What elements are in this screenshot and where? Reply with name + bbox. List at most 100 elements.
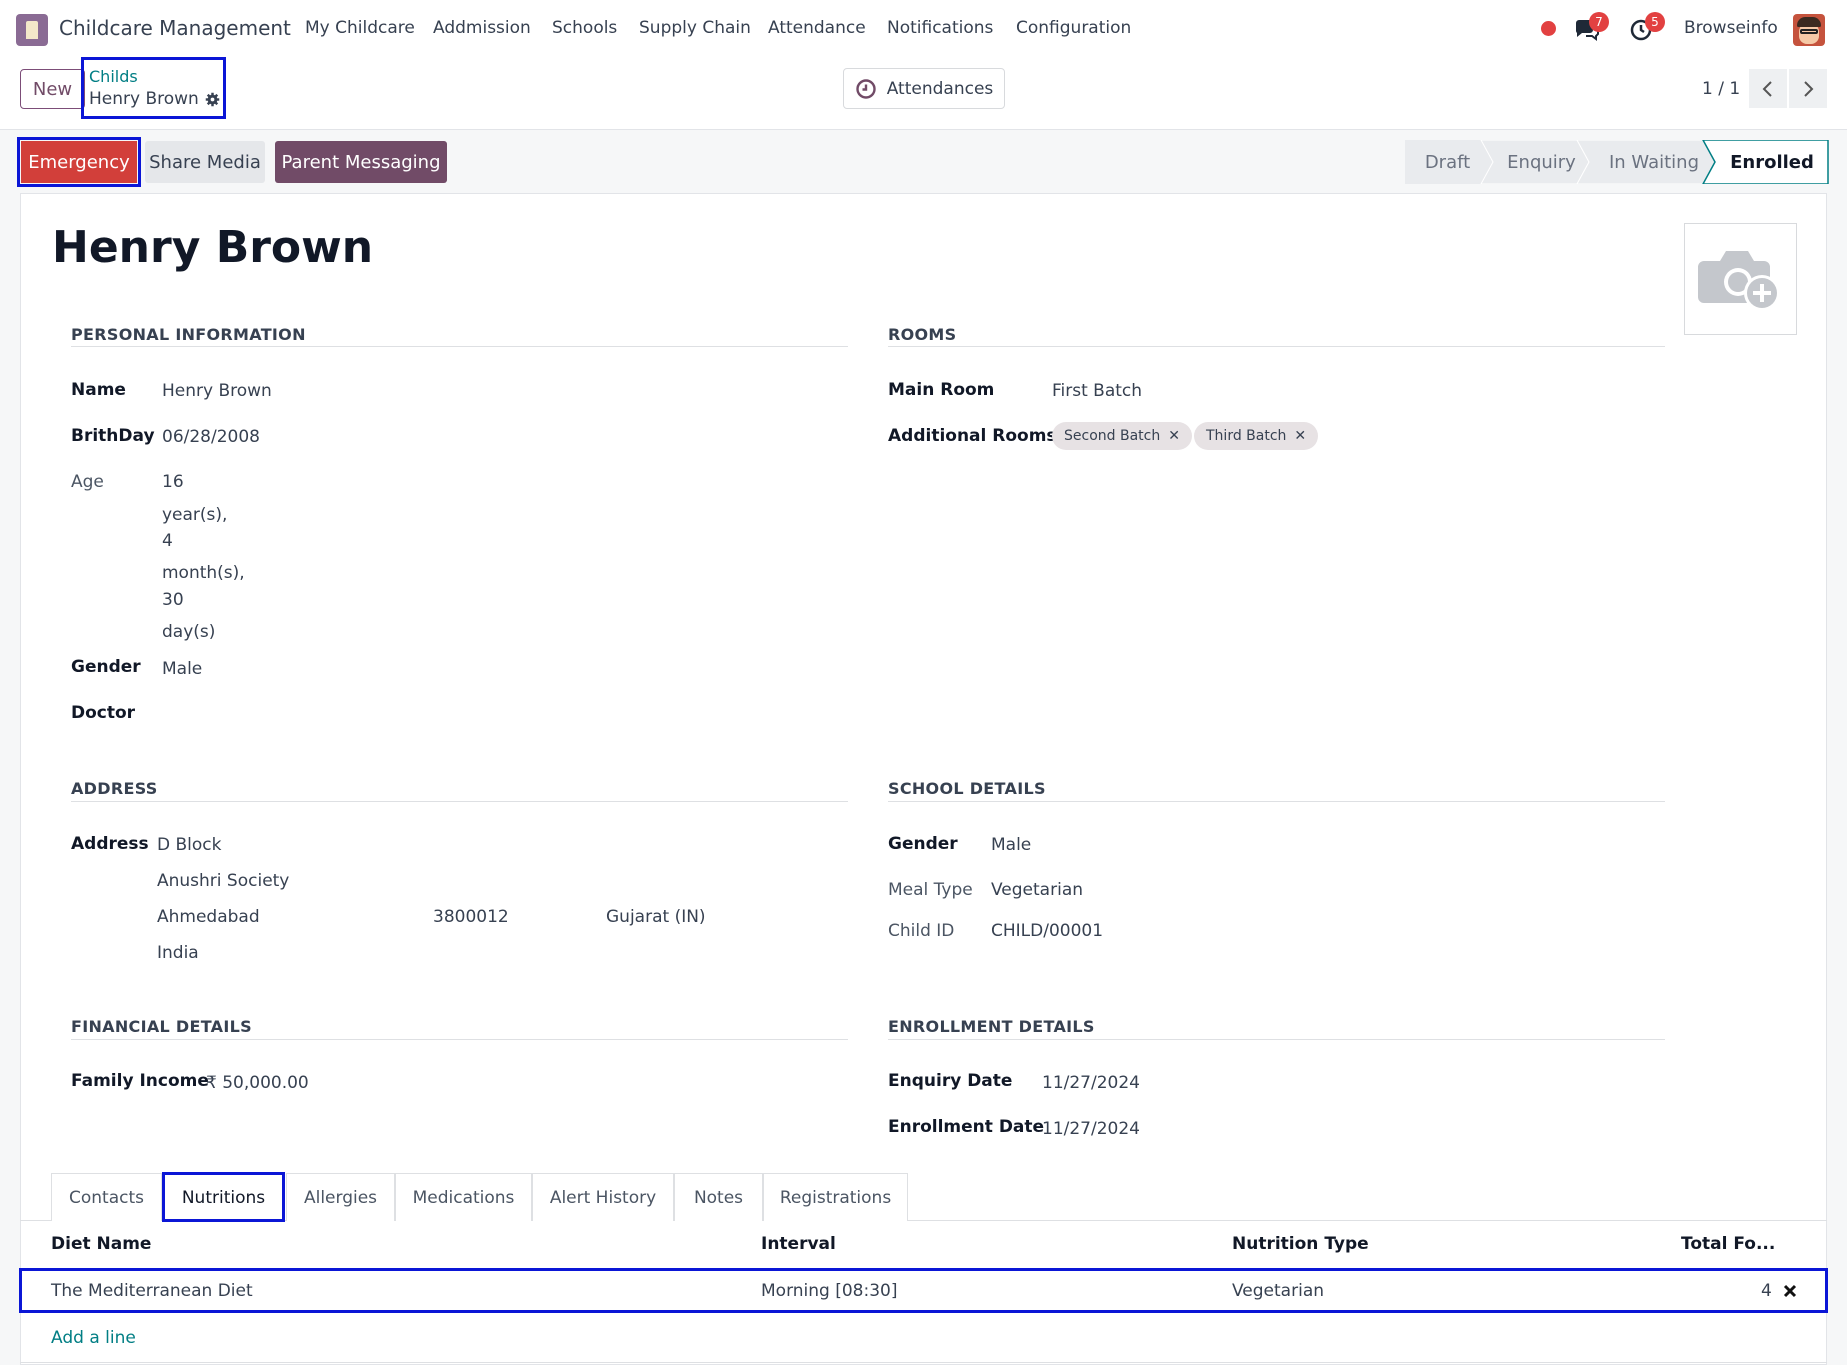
clock-icon (856, 78, 876, 99)
close-icon[interactable]: ✕ (1294, 428, 1306, 444)
breadcrumb-current-label: Henry Brown (89, 89, 199, 109)
state-field[interactable]: Gujarat (IN) (606, 907, 706, 927)
child-id-field: CHILD/00001 (991, 921, 1104, 941)
enrollment-title: ENROLLMENT DETAILS (888, 1017, 1095, 1036)
age-years: 16 (162, 472, 184, 492)
user-avatar[interactable] (1793, 14, 1825, 46)
column-header-total[interactable]: Total Fo... (1681, 1234, 1775, 1254)
active-tab-highlight (162, 1172, 285, 1222)
stage-in-waiting[interactable]: In Waiting (1590, 141, 1718, 183)
room-tag: Second Batch ✕ (1052, 422, 1192, 450)
rooms-title: ROOMS (888, 325, 957, 344)
cell-nutrition-type[interactable]: Vegetarian (1232, 1281, 1324, 1301)
attendances-button[interactable]: Attendances (843, 68, 1005, 109)
attendances-label: Attendances (886, 78, 994, 99)
gender-field[interactable]: Male (162, 659, 202, 679)
table-row[interactable] (19, 1268, 1828, 1313)
city-field[interactable]: Ahmedabad (157, 907, 260, 927)
family-income-label: Family Income (71, 1071, 209, 1091)
cell-interval[interactable]: Morning [08:30] (761, 1281, 897, 1301)
gender-label: Gender (71, 657, 141, 677)
app-logo-icon[interactable] (16, 14, 48, 46)
close-icon[interactable]: ✕ (1168, 428, 1180, 444)
breadcrumb-parent[interactable]: Childs (89, 67, 138, 86)
camera-plus-icon (1697, 251, 1780, 311)
child-id-label: Child ID (888, 921, 955, 941)
stage-draft[interactable]: Draft (1405, 141, 1490, 183)
list-divider (20, 1362, 1827, 1363)
zip-field[interactable]: 3800012 (433, 907, 509, 927)
age-months-unit: month(s), (162, 563, 245, 583)
menu-attendance[interactable]: Attendance (768, 18, 866, 38)
stage-enquiry[interactable]: Enquiry (1493, 141, 1590, 183)
family-income-field[interactable]: ₹ 50,000.00 (206, 1073, 309, 1093)
tab-allergies[interactable]: Allergies (286, 1173, 395, 1221)
photo-upload[interactable] (1684, 223, 1797, 335)
country-field[interactable]: India (157, 943, 199, 963)
status-dot-icon[interactable] (1541, 21, 1556, 36)
chevron-right-icon (1804, 80, 1814, 97)
section-divider (888, 801, 1665, 802)
address-title: ADDRESS (71, 779, 158, 798)
pager-previous-button[interactable] (1749, 69, 1787, 108)
age-months: 4 (162, 531, 173, 551)
age-years-unit: year(s), (162, 505, 228, 525)
emergency-button[interactable]: Emergency (21, 141, 137, 183)
gear-icon[interactable] (205, 92, 220, 107)
record-title: Henry Brown (52, 222, 374, 273)
main-room-label: Main Room (888, 380, 995, 400)
age-label: Age (71, 472, 104, 492)
school-gender-field[interactable]: Male (991, 835, 1031, 855)
stage-enrolled[interactable]: Enrolled (1716, 141, 1828, 183)
app-name[interactable]: Childcare Management (59, 16, 291, 40)
menu-notifications[interactable]: Notifications (887, 18, 993, 38)
meal-type-label: Meal Type (888, 880, 973, 900)
parent-messaging-button[interactable]: Parent Messaging (275, 141, 447, 183)
tab-alert-history[interactable]: Alert History (532, 1173, 674, 1221)
user-name[interactable]: Browseinfo (1684, 18, 1778, 38)
enrollment-date-label: Enrollment Date (888, 1117, 1045, 1137)
street2-field[interactable]: Anushri Society (157, 871, 289, 891)
menu-addmission[interactable]: Addmission (433, 18, 531, 38)
personal-info-title: PERSONAL INFORMATION (71, 325, 306, 344)
pager-value[interactable]: 1 / 1 (1702, 79, 1740, 99)
pager-next-button[interactable] (1789, 69, 1827, 108)
menu-schools[interactable]: Schools (552, 18, 617, 38)
section-divider (71, 1039, 848, 1040)
tab-medications[interactable]: Medications (395, 1173, 532, 1221)
add-line-link[interactable]: Add a line (51, 1328, 136, 1348)
meal-type-field[interactable]: Vegetarian (991, 880, 1083, 900)
age-days: 30 (162, 590, 184, 610)
age-days-unit: day(s) (162, 622, 216, 642)
cell-diet-name[interactable]: The Mediterranean Diet (51, 1281, 253, 1301)
school-details-title: SCHOOL DETAILS (888, 779, 1046, 798)
menu-configuration[interactable]: Configuration (1016, 18, 1131, 38)
financial-title: FINANCIAL DETAILS (71, 1017, 252, 1036)
enrollment-date-field[interactable]: 11/27/2024 (1042, 1119, 1140, 1139)
column-header-diet-name[interactable]: Diet Name (51, 1234, 151, 1254)
messages-badge: 7 (1589, 12, 1609, 32)
menu-supply-chain[interactable]: Supply Chain (639, 18, 751, 38)
name-field[interactable]: Henry Brown (162, 381, 272, 401)
main-room-field[interactable]: First Batch (1052, 381, 1142, 401)
street-field[interactable]: D Block (157, 835, 221, 855)
delete-row-icon[interactable] (1783, 1284, 1797, 1298)
share-media-button[interactable]: Share Media (145, 141, 265, 183)
column-header-interval[interactable]: Interval (761, 1234, 836, 1254)
tab-notes[interactable]: Notes (674, 1173, 763, 1221)
menu-my-childcare[interactable]: My Childcare (305, 18, 415, 38)
section-divider (888, 1039, 1665, 1040)
room-tag-label: Third Batch (1206, 428, 1287, 444)
new-button[interactable]: New (20, 69, 85, 109)
tab-registrations[interactable]: Registrations (763, 1173, 908, 1221)
birthday-field[interactable]: 06/28/2008 (162, 427, 260, 447)
breadcrumb-current: Henry Brown (89, 89, 220, 109)
enquiry-date-field[interactable]: 11/27/2024 (1042, 1073, 1140, 1093)
column-header-nutrition-type[interactable]: Nutrition Type (1232, 1234, 1369, 1254)
tab-contacts[interactable]: Contacts (51, 1173, 162, 1221)
room-tag-label: Second Batch (1064, 428, 1161, 444)
address-label: Address (71, 834, 149, 854)
chevron-left-icon (1762, 80, 1772, 97)
cell-total[interactable]: 4 (1761, 1281, 1772, 1301)
activities-badge: 5 (1645, 12, 1665, 32)
